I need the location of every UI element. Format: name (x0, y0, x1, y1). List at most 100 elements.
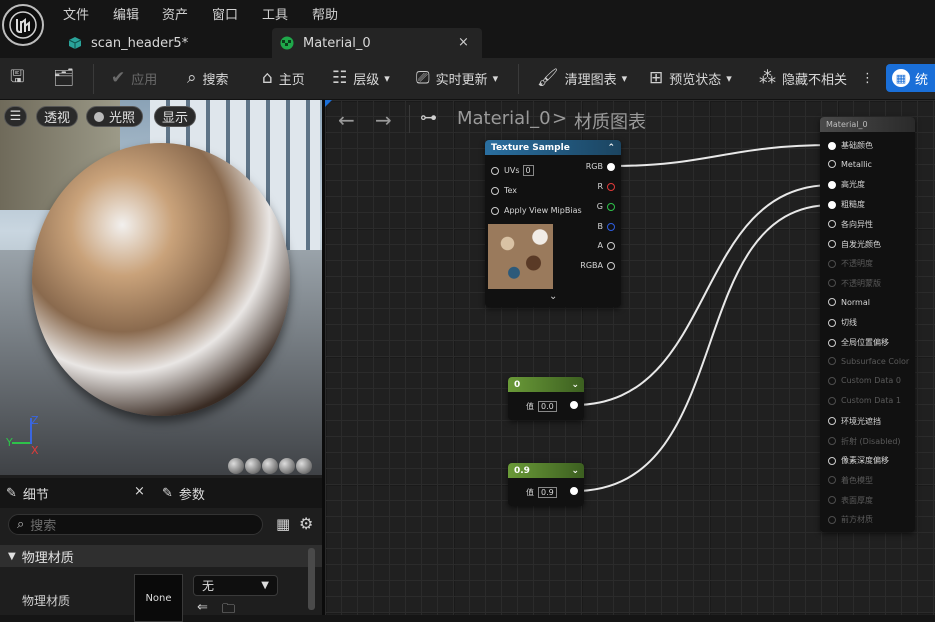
material-pin-row[interactable]: 高光度 (828, 179, 865, 190)
pin-r[interactable]: R (597, 182, 615, 191)
pin-dot-icon[interactable] (828, 141, 836, 150)
clean-graph-button[interactable]: 🖌 清理图表 ▾ (537, 66, 627, 90)
material-pin-row[interactable]: 像素深度偏移 (828, 455, 889, 466)
menu-edit[interactable]: 编辑 (113, 4, 139, 23)
material-pin-row[interactable]: 自发光颜色 (828, 239, 881, 250)
details-search-input[interactable]: ⌕ 搜索 (8, 514, 263, 535)
constant-09-output-pin[interactable] (570, 487, 578, 495)
pin-rgb[interactable]: RGB (586, 162, 615, 171)
material-pin-row[interactable]: 表面厚度 (828, 495, 873, 506)
browse-button[interactable]: 🗂 (53, 66, 81, 90)
constant-zero-node[interactable]: 0 ⌄ 值 0.0 (508, 377, 584, 420)
pin-dot-icon[interactable] (828, 298, 836, 307)
material-pin-row[interactable]: 粗糙度 (828, 199, 865, 210)
pin-dot-icon[interactable] (828, 279, 836, 288)
material-result-node[interactable]: Material_0 基础颜色 Metallic 高光度 粗糙度 各向异性 自发光颜色 不透… (820, 117, 915, 532)
constant-09-value[interactable]: 0.9 (538, 487, 557, 498)
pin-dot-icon[interactable] (828, 240, 836, 248)
material-pin-row[interactable]: 各向异性 (828, 219, 873, 230)
pin-g[interactable]: G (597, 202, 615, 211)
sphere-preview-icon[interactable] (245, 458, 261, 474)
live-update-button[interactable]: ⎚ 实时更新 ▾ (416, 66, 498, 90)
pin-dot-icon[interactable] (828, 437, 836, 445)
menu-help[interactable]: 帮助 (312, 4, 338, 23)
material-pin-row[interactable]: 不透明度 (828, 258, 873, 269)
pin-dot-icon[interactable] (828, 476, 836, 485)
cylinder-preview-icon[interactable] (228, 458, 244, 474)
browse-asset-icon[interactable]: 🗀 (222, 600, 235, 622)
pin-dot-icon[interactable] (828, 396, 836, 405)
texture-sample-node[interactable]: Texture Sample ⌃ UVs 0 Tex Apply View MipB… (485, 140, 621, 307)
pin-dot-icon[interactable] (828, 259, 836, 268)
stats-button[interactable]: ▦ 统 (886, 64, 935, 92)
expand-chevron-icon[interactable]: ⌄ (549, 291, 557, 302)
material-pin-row[interactable]: 全局位置偏移 (828, 337, 889, 348)
pin-dot-icon[interactable] (828, 417, 836, 426)
tab-parameters[interactable]: ✎ 参数 (162, 484, 205, 503)
constant-09-node[interactable]: 0.9 ⌄ 值 0.9 (508, 463, 584, 506)
breadcrumb-graph[interactable]: 材质图表 (574, 108, 646, 134)
home-button[interactable]: ⌂ 主页 (262, 66, 305, 90)
material-pin-row[interactable]: Metallic (828, 160, 872, 169)
tab-details[interactable]: ✎ 细节 (6, 484, 49, 503)
breadcrumb-asset[interactable]: Material_0 (457, 108, 551, 129)
perspective-button[interactable]: 透视 (36, 106, 79, 127)
menu-assets[interactable]: 资产 (162, 4, 188, 23)
table-view-icon[interactable]: ▦ (276, 515, 290, 533)
teapot-preview-icon[interactable] (296, 458, 312, 474)
close-tab-icon[interactable]: × (458, 35, 469, 50)
material-pin-row[interactable]: 切线 (828, 317, 857, 328)
forward-arrow-icon[interactable]: → (375, 108, 392, 132)
tab-scan-header[interactable]: scan_header5* (60, 28, 265, 58)
material-pin-row[interactable]: 折射 (Disabled) (828, 436, 901, 447)
chevron-down-icon[interactable]: ⌄ (571, 466, 579, 476)
preview-state-button[interactable]: ⊞ 预览状态 ▾ (649, 66, 732, 90)
pin-dot-icon[interactable] (828, 220, 836, 229)
pin-dot-icon[interactable] (828, 180, 836, 189)
cube-preview-icon[interactable] (279, 458, 295, 474)
hide-unrelated-button[interactable]: ⁂ 隐藏不相关 (759, 66, 847, 90)
collapse-icon[interactable]: ⌃ (607, 143, 615, 153)
pin-tex[interactable]: Tex (491, 186, 517, 195)
pin-dot-icon[interactable] (828, 338, 836, 347)
close-details-icon[interactable]: × (134, 484, 145, 499)
constant-zero-output-pin[interactable] (570, 401, 578, 409)
pin-uvs[interactable]: UVs 0 (491, 165, 534, 176)
material-pin-row[interactable]: 环境光遮挡 (828, 416, 881, 427)
save-button[interactable]: 🖫 (10, 66, 30, 90)
pin-uvs-value[interactable]: 0 (522, 165, 534, 176)
pin-mipbias[interactable]: Apply View MipBias (491, 206, 582, 215)
tab-material[interactable]: Material_0 (272, 28, 482, 58)
constant-zero-value[interactable]: 0.0 (538, 401, 557, 412)
material-pin-row[interactable]: Normal (828, 298, 870, 307)
pin-dot-icon[interactable] (828, 318, 836, 327)
viewport-menu-button[interactable]: ☰ (4, 106, 27, 127)
pin-a[interactable]: A (598, 241, 615, 250)
back-arrow-icon[interactable]: ← (338, 108, 355, 132)
pin-dot-icon[interactable] (828, 160, 836, 169)
material-pin-row[interactable]: 基础颜色 (828, 140, 873, 151)
pin-dot-icon[interactable] (828, 515, 836, 524)
material-pin-row[interactable]: Custom Data 1 (828, 396, 901, 405)
menu-file[interactable]: 文件 (63, 4, 89, 23)
chevron-down-icon[interactable]: ⌄ (571, 380, 579, 390)
pin-dot-icon[interactable] (828, 496, 836, 505)
physical-material-combo[interactable]: 无 ▼ (193, 575, 278, 596)
material-pin-row[interactable]: 不透明蒙版 (828, 278, 881, 289)
hierarchy-button[interactable]: ☷ 层级 ▾ (332, 66, 390, 90)
material-pin-row[interactable]: Subsurface Color (828, 357, 909, 366)
category-physical-material[interactable]: ▼ 物理材质 (0, 545, 322, 567)
lit-mode-button[interactable]: 光照 (86, 106, 144, 127)
material-pin-row[interactable]: Custom Data 0 (828, 376, 901, 385)
search-button[interactable]: ⌕ 搜索 (187, 66, 229, 90)
apply-button[interactable]: ✔ 应用 (111, 66, 157, 90)
preview-shape-selector[interactable] (228, 458, 312, 474)
menu-tools[interactable]: 工具 (262, 4, 288, 23)
settings-gear-icon[interactable]: ⚙ (299, 514, 313, 533)
pin-dot-icon[interactable] (828, 357, 836, 366)
pin-rgba[interactable]: RGBA (580, 261, 615, 270)
material-pin-row[interactable]: 前方材质 (828, 514, 873, 525)
constant-zero-value-row[interactable]: 值 0.0 (526, 401, 557, 412)
pin-dot-icon[interactable] (828, 376, 836, 385)
menu-window[interactable]: 窗口 (212, 4, 238, 23)
